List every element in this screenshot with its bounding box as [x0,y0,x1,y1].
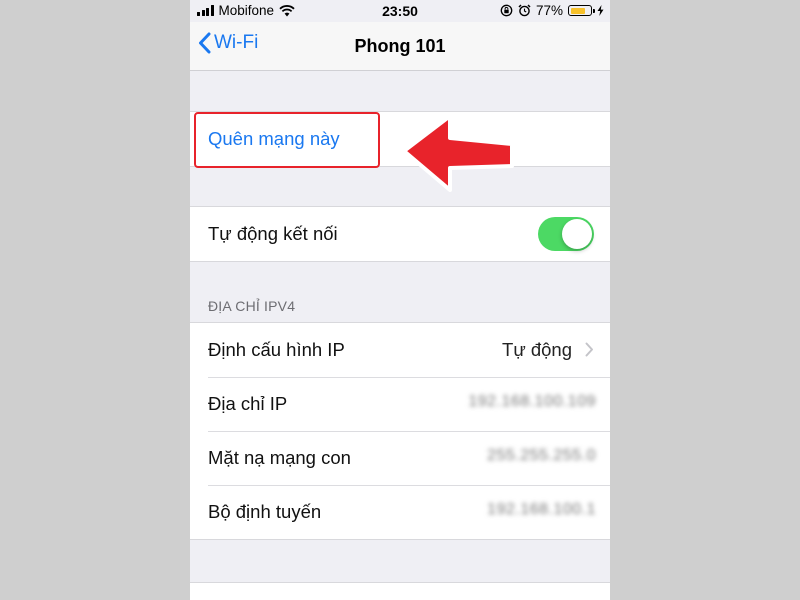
router-row: Bộ định tuyến 192.168.100.1 [190,485,610,539]
subnet-mask-row: Mặt nạ mạng con 255.255.255.0 [190,431,610,485]
page-title: Phong 101 [354,36,446,56]
rotation-lock-icon [500,4,513,17]
configure-ip-label: Định cấu hình IP [208,339,345,360]
battery-percent: 77% [535,3,563,18]
ip-address-value: 192.168.100.109 [468,393,596,410]
ip-address-label: Địa chỉ IP [208,393,288,414]
ip-address-row: Địa chỉ IP 192.168.100.109 [190,377,610,431]
router-value: 192.168.100.1 [487,501,596,518]
chevron-right-icon [585,342,593,357]
battery-icon [568,5,595,16]
subnet-mask-value: 255.255.255.0 [487,447,596,464]
auto-join-label: Tự động kết nối [208,223,338,244]
ipv4-group: Định cấu hình IP Tự động Địa chỉ IP 192.… [190,322,610,540]
next-group-partial [190,582,610,600]
section-header-ipv4: ĐỊA CHỈ IPV4 [208,298,296,314]
auto-join-row: Tự động kết nối [190,207,610,261]
router-label: Bộ định tuyến [208,501,322,522]
status-bar: Mobifone 23:50 77% [190,0,610,22]
subnet-mask-label: Mặt nạ mạng con [208,447,351,468]
auto-join-toggle[interactable] [538,217,594,251]
charging-bolt-icon [597,5,604,16]
status-right: 77% [500,3,604,18]
auto-join-group: Tự động kết nối [190,206,610,262]
navigation-bar: Wi-Fi Phong 101 [190,22,610,71]
phone-screen: Mobifone 23:50 77% Wi-Fi Phong 101 Quên … [190,0,610,600]
configure-ip-value: Tự động [502,339,572,360]
configure-ip-row[interactable]: Định cấu hình IP Tự động [190,323,610,377]
toggle-knob [562,219,592,249]
red-arrow-icon [402,114,514,192]
alarm-icon [518,4,531,17]
battery-level [570,7,585,14]
highlight-box [194,112,380,168]
